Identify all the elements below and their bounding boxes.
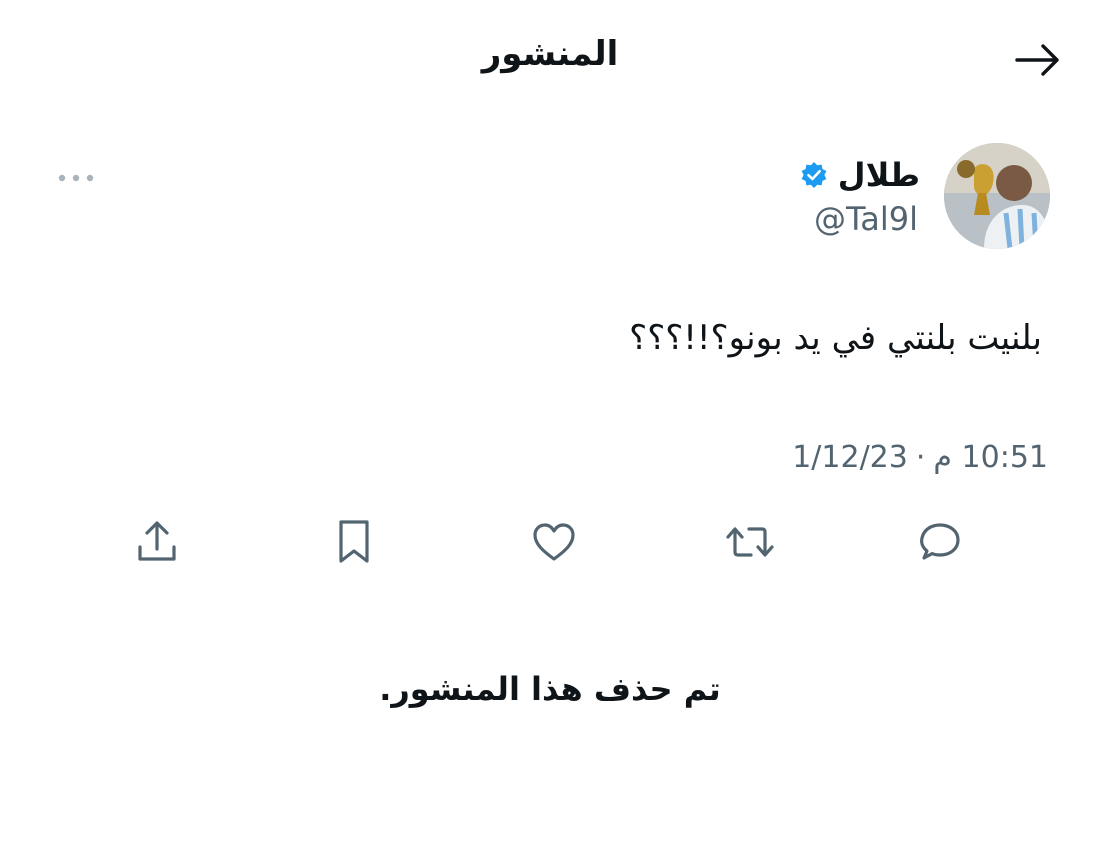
more-options-button[interactable] [46,164,106,192]
avatar[interactable] [944,143,1050,249]
reply-button[interactable] [912,514,968,570]
share-button[interactable] [129,514,185,570]
timestamp-date: 1/12/23 [792,440,908,475]
comment-icon [917,519,963,565]
retweet-icon [725,522,775,562]
author-display-name[interactable]: طلال [838,156,920,194]
author-name-row[interactable]: طلال [800,156,920,194]
heart-icon [531,521,577,563]
timestamp-separator: · [915,440,926,475]
arrow-right-icon [1015,43,1061,77]
retweet-button[interactable] [722,514,778,570]
tweet-timestamp[interactable]: 1/12/23 · 10:51 م [792,440,1048,475]
timestamp-time: 10:51 م [933,440,1048,475]
page-title: المنشور [481,34,619,74]
like-button[interactable] [526,514,582,570]
tweet-text: بلنيت بلنتي في يد بونو؟!!؟؟؟ [629,318,1042,358]
deleted-post-message: تم حذف هذا المنشور. [379,670,721,708]
more-horizontal-icon [56,173,96,183]
bookmark-icon [334,518,374,566]
share-icon [135,519,179,565]
verified-badge-icon [800,161,828,189]
bookmark-button[interactable] [326,514,382,570]
author-handle[interactable]: @Tal9l [814,200,918,238]
back-button[interactable] [1012,38,1064,82]
